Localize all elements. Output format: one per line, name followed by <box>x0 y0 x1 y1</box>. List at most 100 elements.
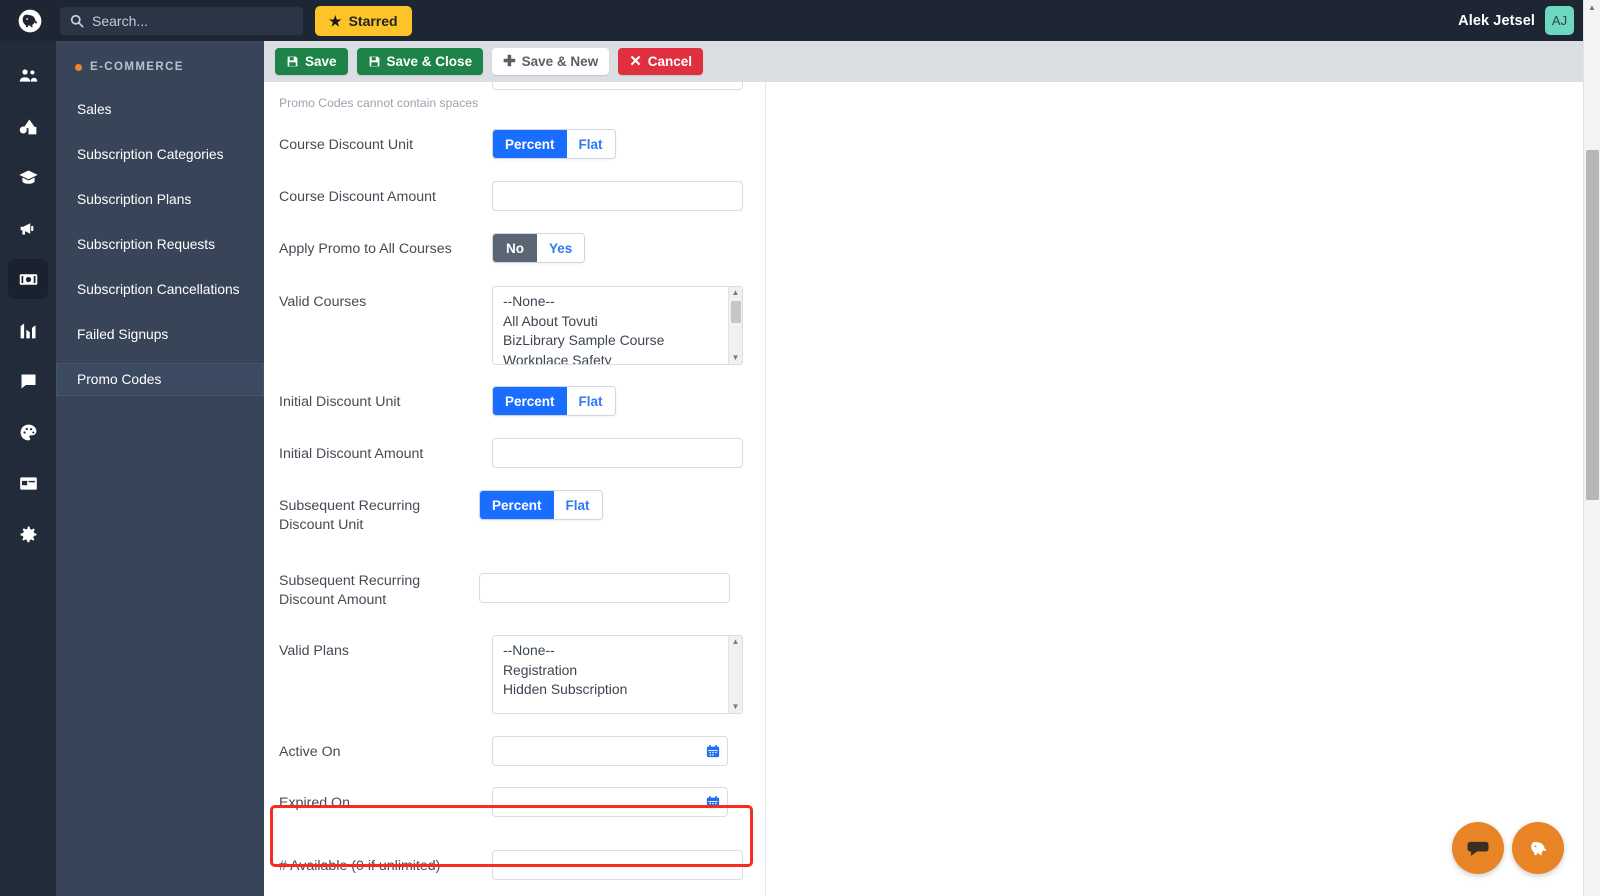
field-course-discount-amount: Course Discount Amount <box>279 181 1600 211</box>
field-active-on: Active On <box>279 736 1600 766</box>
palette-icon <box>20 424 36 440</box>
scroll-up-icon[interactable]: ▲ <box>732 287 740 299</box>
icon-rail <box>0 41 56 896</box>
sidebar-item-subscription-categories[interactable]: Subscription Categories <box>56 138 264 171</box>
user-name: Alek Jetsel <box>1458 12 1535 29</box>
valid-courses-listbox[interactable]: --None-- All About Tovuti BizLibrary Sam… <box>492 286 743 365</box>
active-on-input[interactable] <box>492 736 728 766</box>
list-item[interactable]: Hidden Subscription <box>503 680 742 700</box>
valid-plans-label: Valid Plans <box>279 643 349 659</box>
chat-bubble-icon <box>1467 841 1489 856</box>
sidebar-item-promo-codes[interactable]: Promo Codes <box>56 363 264 396</box>
page-scrollbar[interactable]: ▲ <box>1583 0 1600 896</box>
search-placeholder: Search... <box>92 12 149 29</box>
sidebar-item-subscription-requests[interactable]: Subscription Requests <box>56 228 264 261</box>
save-and-new-button[interactable]: ✚ Save & New <box>492 48 610 75</box>
course-discount-unit-percent[interactable]: Percent <box>493 130 567 158</box>
scroll-down-icon[interactable]: ▼ <box>732 352 740 364</box>
chat-widget-button[interactable] <box>1452 822 1504 874</box>
initial-discount-unit-toggle[interactable]: Percent Flat <box>492 386 616 416</box>
app-root: Search... ★ Starred Alek Jetsel AJ E-COM… <box>0 0 1600 896</box>
subsequent-discount-unit-percent[interactable]: Percent <box>480 491 554 519</box>
rail-item-courses[interactable] <box>8 157 48 197</box>
valid-plans-scrollbar[interactable]: ▲ ▼ <box>728 636 742 713</box>
rail-item-pages[interactable] <box>8 463 48 503</box>
num-available-label: # Available (0 if unlimited) <box>279 858 441 874</box>
rail-item-reports[interactable] <box>8 310 48 350</box>
scroll-up-icon[interactable]: ▲ <box>1588 0 1596 12</box>
main-content: Save Save & Close ✚ Save & New ✕ Cancel <box>264 41 1600 896</box>
initial-discount-unit-label: Initial Discount Unit <box>279 394 401 410</box>
list-item[interactable]: All About Tovuti <box>503 312 742 332</box>
gear-icon <box>20 526 36 542</box>
form-toolbar: Save Save & Close ✚ Save & New ✕ Cancel <box>264 41 1600 82</box>
app-logo[interactable] <box>8 0 52 41</box>
list-item[interactable]: Registration <box>503 661 742 681</box>
list-item[interactable]: --None-- <box>503 292 742 312</box>
rail-item-users[interactable] <box>8 55 48 95</box>
apply-promo-yes[interactable]: Yes <box>537 234 585 262</box>
rail-item-branding[interactable] <box>8 412 48 452</box>
num-available-input[interactable] <box>492 850 743 880</box>
top-bar: Search... ★ Starred Alek Jetsel AJ <box>0 0 1600 41</box>
sidebar-item-sales[interactable]: Sales <box>56 93 264 126</box>
sidebar-item-failed-signups[interactable]: Failed Signups <box>56 318 264 351</box>
list-item[interactable]: --None-- <box>503 641 742 661</box>
promo-code-helper-row: Promo Codes cannot contain spaces <box>279 94 1600 110</box>
rail-item-content[interactable] <box>8 106 48 146</box>
help-widget-button[interactable] <box>1512 822 1564 874</box>
course-discount-unit-toggle[interactable]: Percent Flat <box>492 129 616 159</box>
apply-promo-no[interactable]: No <box>493 234 537 262</box>
rail-item-ecommerce[interactable] <box>8 259 48 299</box>
list-item[interactable]: BizLibrary Sample Course <box>503 331 742 351</box>
megaphone-icon <box>20 222 33 235</box>
active-on-label: Active On <box>279 744 341 760</box>
starred-button[interactable]: ★ Starred <box>315 5 412 36</box>
valid-plans-listbox[interactable]: --None-- Registration Hidden Subscriptio… <box>492 635 743 714</box>
field-course-discount-unit: Course Discount Unit Percent Flat <box>279 129 1600 159</box>
sidebar-item-subscription-cancellations[interactable]: Subscription Cancellations <box>56 273 264 306</box>
initial-discount-unit-percent[interactable]: Percent <box>493 387 567 415</box>
rail-item-marketing[interactable] <box>8 208 48 248</box>
promo-code-input[interactable] <box>492 82 743 90</box>
field-initial-discount-unit: Initial Discount Unit Percent Flat <box>279 386 1600 416</box>
course-discount-amount-input[interactable] <box>492 181 743 211</box>
scroll-thumb[interactable] <box>730 301 741 323</box>
search-icon <box>70 14 84 28</box>
subsequent-discount-unit-toggle[interactable]: Percent Flat <box>479 490 603 520</box>
search-input[interactable]: Search... <box>60 6 303 35</box>
subsequent-discount-unit-flat[interactable]: Flat <box>553 491 602 519</box>
field-num-available: # Available (0 if unlimited) <box>279 850 1600 880</box>
valid-courses-label: Valid Courses <box>279 294 367 310</box>
apply-promo-all-courses-label: Apply Promo to All Courses <box>279 241 452 257</box>
nav-section-header: E-COMMERCE <box>56 57 264 73</box>
section-label: E-COMMERCE <box>90 61 184 73</box>
rail-item-settings[interactable] <box>8 514 48 554</box>
expired-on-label: Expired On <box>279 795 350 811</box>
initial-discount-amount-input[interactable] <box>492 438 743 468</box>
subsequent-discount-unit-label: Subsequent Recurring Discount Unit <box>279 498 421 533</box>
scroll-down-icon[interactable]: ▼ <box>732 701 740 713</box>
users-icon <box>19 68 37 82</box>
expired-on-input[interactable] <box>492 787 728 817</box>
rail-item-messages[interactable] <box>8 361 48 401</box>
cancel-button[interactable]: ✕ Cancel <box>618 48 704 75</box>
valid-courses-scrollbar[interactable]: ▲ ▼ <box>728 287 742 364</box>
scroll-up-icon[interactable]: ▲ <box>732 636 740 648</box>
list-item[interactable]: Workplace Safety <box>503 351 742 364</box>
field-expired-on: Expired On <box>279 787 1600 817</box>
course-discount-unit-flat[interactable]: Flat <box>566 130 615 158</box>
avatar[interactable]: AJ <box>1545 6 1574 35</box>
save-button[interactable]: Save <box>275 48 348 75</box>
calendar-icon[interactable] <box>706 795 720 809</box>
calendar-icon[interactable] <box>706 744 720 758</box>
initial-discount-unit-flat[interactable]: Flat <box>566 387 615 415</box>
form-fields: Promo Codes cannot contain spaces Course… <box>264 82 1600 880</box>
apply-promo-toggle[interactable]: No Yes <box>492 233 586 263</box>
scroll-thumb[interactable] <box>1586 150 1599 500</box>
save-and-close-button[interactable]: Save & Close <box>356 48 484 75</box>
section-dot-icon <box>75 63 82 71</box>
starred-label: Starred <box>348 12 398 29</box>
subsequent-discount-amount-input[interactable] <box>479 573 730 603</box>
sidebar-item-subscription-plans[interactable]: Subscription Plans <box>56 183 264 216</box>
